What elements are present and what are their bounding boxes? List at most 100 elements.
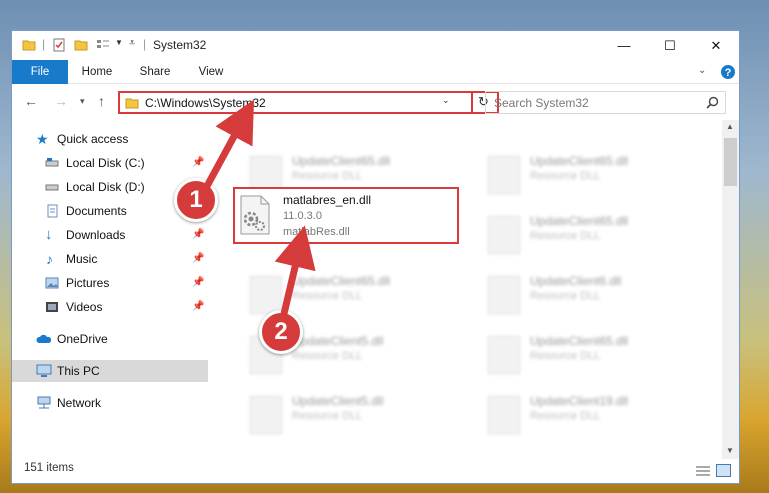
tab-share[interactable]: Share [132, 60, 178, 84]
separator: | [42, 37, 46, 51]
file-item[interactable]: UpdateClient65.dll Resource DLL [480, 148, 700, 204]
expand-ribbon-icon[interactable]: ⌄ [698, 65, 706, 76]
tab-file[interactable]: File [12, 60, 68, 84]
large-icons-view-icon[interactable] [716, 464, 731, 477]
music-icon: ♪ [46, 251, 53, 267]
step-1-badge: 1 [174, 178, 218, 222]
tab-view[interactable]: View [188, 60, 234, 84]
drive-icon [45, 184, 59, 191]
sidebar-item-downloads[interactable]: ↓ Downloads 📌 [12, 224, 208, 246]
maximize-button[interactable]: ☐ [647, 31, 693, 60]
search-icon [706, 96, 719, 109]
properties-icon[interactable] [52, 38, 66, 52]
details-view-icon[interactable] [696, 465, 710, 477]
search-placeholder: Search System32 [494, 96, 589, 110]
file-item[interactable]: UpdateClient65.dll Resource DLL [480, 328, 700, 384]
pin-icon[interactable]: 📌 [192, 224, 204, 246]
sidebar-item-label: Downloads [66, 228, 126, 242]
title-bar: | ▼ ⩡ | System32 — ☐ ✕ [12, 31, 739, 60]
dll-file-icon [488, 396, 520, 434]
up-arrow-icon[interactable]: ↑ [98, 93, 105, 109]
computer-icon [36, 364, 52, 377]
dll-file-icon [250, 396, 282, 434]
sidebar-item-label: Videos [66, 300, 103, 314]
scroll-thumb[interactable] [724, 138, 737, 186]
address-bar[interactable]: C:\Windows\System32 [118, 91, 473, 114]
navigation-bar: ← → ▾ ↑ C:\Windows\System32 ↻ ⌄ Search S… [12, 84, 739, 120]
downloads-icon: ↓ [45, 226, 53, 243]
dll-gear-icon [240, 195, 270, 235]
star-icon: ★ [36, 131, 49, 147]
file-item[interactable]: UpdateClient19.dll Resource DLL [480, 388, 700, 444]
videos-icon [46, 302, 58, 312]
sidebar-item-label: Network [57, 396, 102, 410]
pin-icon[interactable]: 📌 [192, 152, 204, 174]
sidebar-item-pictures[interactable]: Pictures 📌 [12, 272, 208, 294]
navigation-pane: ★ Quick access Local Disk (C:) 📌 Local D… [12, 120, 208, 459]
sidebar-item-music[interactable]: ♪ Music 📌 [12, 248, 208, 270]
ribbon-tabs: File Home Share View ⌄ ? [12, 60, 739, 84]
vertical-scrollbar[interactable]: ▲ ▼ [722, 120, 739, 459]
scroll-down-icon[interactable]: ▼ [726, 446, 734, 455]
quick-access-dropdown-icon[interactable]: ⩡ [129, 37, 135, 50]
sidebar-item-label: Music [66, 252, 98, 266]
file-list: UpdateClient65.dll Resource DLL UpdateCl… [220, 120, 720, 459]
network-icon [37, 396, 51, 409]
search-input[interactable]: Search System32 [485, 91, 726, 114]
pin-icon[interactable]: 📌 [192, 248, 204, 270]
new-folder-icon[interactable] [74, 38, 88, 52]
pin-icon[interactable]: 📌 [192, 272, 204, 294]
forward-arrow-icon[interactable]: → [54, 93, 68, 109]
svg-text:?: ? [725, 67, 732, 79]
status-bar: 151 items [12, 459, 739, 483]
file-item[interactable]: UpdateClient5.dll Resource DLL [242, 388, 462, 444]
sidebar-item-videos[interactable]: Videos 📌 [12, 296, 208, 318]
sidebar-item-label: Quick access [57, 132, 129, 146]
close-button[interactable]: ✕ [693, 31, 739, 60]
highlighted-file-item[interactable]: matlabres_en.dll 11.0.3.0 matlabRes.dll [233, 187, 459, 244]
minimize-button[interactable]: — [601, 31, 647, 60]
separator: | [143, 37, 147, 51]
file-item[interactable]: UpdateClient65.dll Resource DLL [480, 208, 700, 264]
help-icon[interactable]: ? [720, 64, 736, 80]
onedrive-icon [36, 334, 52, 343]
sidebar-item-label: This PC [57, 364, 100, 378]
scroll-up-icon[interactable]: ▲ [726, 122, 734, 131]
dll-file-icon [488, 336, 520, 374]
folder-icon[interactable] [22, 38, 36, 52]
pictures-icon [45, 277, 59, 289]
dll-file-icon [488, 276, 520, 314]
sidebar-item-this-pc[interactable]: This PC [12, 360, 208, 382]
dll-file-icon [488, 156, 520, 194]
explorer-window: | ▼ ⩡ | System32 — ☐ ✕ File Home Share V… [11, 30, 740, 484]
chevron-down-icon[interactable]: ▼ [115, 38, 123, 47]
address-path: C:\Windows\System32 [145, 96, 266, 110]
window-title: System32 [153, 38, 207, 52]
address-dropdown-icon[interactable]: ⌄ [442, 95, 450, 106]
sidebar-item-network[interactable]: Network [12, 392, 208, 414]
back-arrow-icon[interactable]: ← [24, 93, 38, 109]
sidebar-item-label: Documents [66, 204, 127, 218]
step-2-badge: 2 [259, 310, 303, 354]
sidebar-item-label: Local Disk (C:) [66, 156, 145, 170]
file-description: matlabRes.dll [283, 226, 350, 238]
dll-file-icon [488, 216, 520, 254]
dll-file-icon [250, 276, 282, 314]
customize-icon[interactable] [96, 38, 110, 52]
pin-icon[interactable]: 📌 [192, 296, 204, 318]
file-item[interactable]: UpdateClient6.dll Resource DLL [480, 268, 700, 324]
sidebar-item-label: Local Disk (D:) [66, 180, 145, 194]
sidebar-item-local-disk-c[interactable]: Local Disk (C:) 📌 [12, 152, 208, 174]
sidebar-item-quick-access[interactable]: ★ Quick access [12, 128, 208, 150]
sidebar-item-onedrive[interactable]: OneDrive [12, 328, 208, 350]
file-name: matlabres_en.dll [283, 193, 372, 207]
drive-icon [45, 158, 59, 167]
folder-icon [125, 98, 139, 109]
item-count: 151 items [24, 462, 74, 474]
recent-locations-icon[interactable]: ▾ [80, 96, 85, 107]
file-version: 11.0.3.0 [283, 210, 322, 222]
sidebar-item-label: Pictures [66, 276, 110, 290]
sidebar-item-label: OneDrive [57, 332, 108, 346]
tab-home[interactable]: Home [72, 60, 122, 84]
documents-icon [47, 204, 58, 218]
